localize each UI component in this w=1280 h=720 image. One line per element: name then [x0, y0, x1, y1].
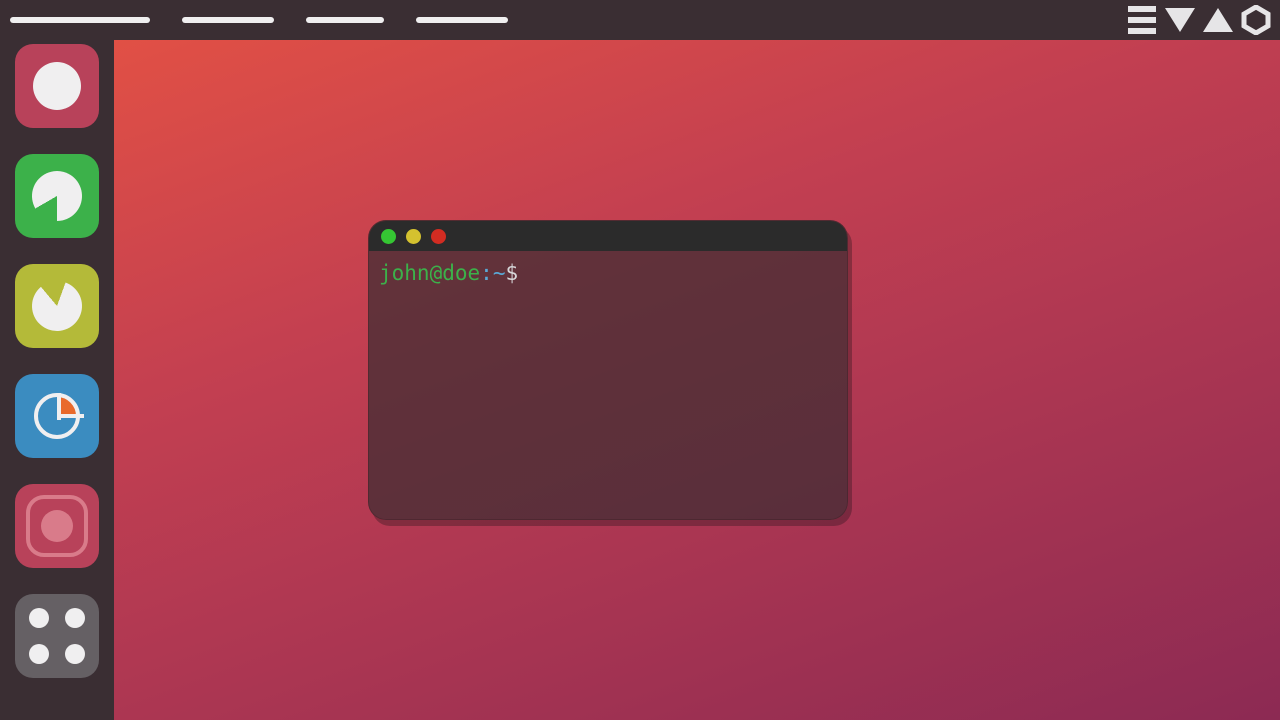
- record-icon: [26, 495, 88, 557]
- menu-item-3[interactable]: [306, 17, 384, 23]
- terminal-titlebar[interactable]: [369, 221, 847, 251]
- window-close-icon[interactable]: [431, 229, 446, 244]
- prompt-separator: :: [480, 261, 493, 285]
- system-indicators: [1128, 6, 1270, 34]
- terminal-window[interactable]: john@doe:~$: [368, 220, 848, 520]
- pacman-icon: [25, 274, 89, 338]
- menu-bar-items: [10, 17, 508, 23]
- launcher-dock: [0, 40, 114, 720]
- desktop-background: john@doe:~$: [114, 40, 1280, 720]
- triangle-down-icon[interactable]: [1166, 6, 1194, 34]
- hexagon-icon[interactable]: [1242, 6, 1270, 34]
- triangle-up-icon[interactable]: [1204, 6, 1232, 34]
- top-menu-bar: [0, 0, 1280, 40]
- launcher-item-3[interactable]: [15, 264, 99, 348]
- apps-grid-icon: [27, 606, 87, 666]
- circle-icon: [33, 62, 81, 110]
- prompt-symbol: $: [505, 261, 518, 285]
- pie-chart-icon: [34, 393, 80, 439]
- pie-slice-icon: [23, 162, 91, 230]
- prompt-path: ~: [493, 261, 506, 285]
- menu-item-4[interactable]: [416, 17, 508, 23]
- launcher-item-4[interactable]: [15, 374, 99, 458]
- window-minimize-icon[interactable]: [381, 229, 396, 244]
- window-maximize-icon[interactable]: [406, 229, 421, 244]
- prompt-user-host: john@doe: [379, 261, 480, 285]
- launcher-item-2[interactable]: [15, 154, 99, 238]
- launcher-item-apps[interactable]: [15, 594, 99, 678]
- menu-icon[interactable]: [1128, 6, 1156, 34]
- menu-item-2[interactable]: [182, 17, 274, 23]
- menu-item-1[interactable]: [10, 17, 150, 23]
- launcher-item-1[interactable]: [15, 44, 99, 128]
- launcher-item-5[interactable]: [15, 484, 99, 568]
- terminal-body[interactable]: john@doe:~$: [369, 251, 847, 296]
